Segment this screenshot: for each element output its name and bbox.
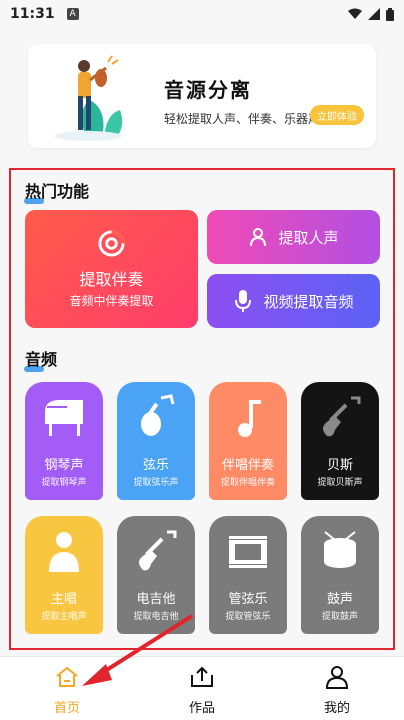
audio-section-label: 音频 bbox=[25, 350, 58, 369]
electric-guitar-icon bbox=[131, 526, 181, 576]
extract-accompaniment-desc: 音频中伴奏提取 bbox=[69, 294, 154, 308]
nav-home-label: 首页 bbox=[53, 701, 80, 716]
audio-tile-name: 伴唱伴奏 bbox=[221, 458, 274, 473]
audio-tile-1[interactable]: 钢琴声 提取钢琴声 bbox=[25, 382, 103, 500]
wifi-icon bbox=[348, 8, 362, 19]
home-icon bbox=[56, 666, 78, 687]
audio-tile-desc: 提取弦乐声 bbox=[133, 478, 179, 488]
piano-icon bbox=[39, 392, 89, 442]
video-extract-audio-label: 视频提取音频 bbox=[263, 292, 354, 311]
audio-tile-name: 主唱 bbox=[50, 592, 77, 607]
nav-mine[interactable]: 我的 bbox=[297, 657, 377, 720]
audio-section-title: 音频 bbox=[24, 346, 58, 372]
violin-icon bbox=[131, 392, 181, 442]
nav-mine-label: 我的 bbox=[323, 701, 350, 716]
audio-separation-banner[interactable]: 音源分离 轻松提取人声、伴奏、乐器声 立即体验 bbox=[28, 44, 376, 148]
audio-tile-name: 电吉他 bbox=[136, 592, 176, 607]
audio-tile-8[interactable]: 鼓声 提取鼓声 bbox=[301, 516, 379, 634]
audio-tile-7[interactable]: 管弦乐 提取管弦乐 bbox=[209, 516, 287, 634]
audio-tile-name: 钢琴声 bbox=[44, 458, 84, 473]
extract-vocals-card[interactable]: 提取人声 bbox=[207, 210, 380, 264]
audio-tile-4[interactable]: 贝斯 提取贝斯声 bbox=[301, 382, 379, 500]
audio-tile-name: 贝斯 bbox=[326, 458, 353, 473]
person-icon bbox=[250, 228, 267, 247]
extract-vocals-label: 提取人声 bbox=[278, 228, 339, 247]
hot-features-label: 热门功能 bbox=[25, 182, 90, 201]
extract-accompaniment-card[interactable]: 提取伴奏 音频中伴奏提取 bbox=[25, 210, 198, 328]
status-bar: 11:31 A bbox=[0, 0, 404, 28]
microphone-icon bbox=[235, 290, 252, 312]
annotation-arrow-icon bbox=[82, 614, 194, 686]
disc-icon bbox=[98, 230, 125, 257]
signal-icon bbox=[368, 8, 380, 20]
nav-works-label: 作品 bbox=[188, 701, 215, 716]
audio-tile-name: 弦乐 bbox=[142, 458, 169, 473]
audio-tile-3[interactable]: 伴唱伴奏提取伴唱伴奏 bbox=[209, 382, 287, 500]
status-icons bbox=[348, 7, 394, 21]
bass-guitar-icon bbox=[315, 392, 365, 442]
musician-illustration-icon bbox=[54, 55, 123, 141]
singer-icon bbox=[39, 526, 89, 576]
music-note-icon bbox=[223, 392, 273, 442]
audio-tile-desc: 提取鼓声 bbox=[321, 612, 358, 622]
audio-tile-name: 管弦乐 bbox=[228, 592, 268, 607]
drum-icon bbox=[315, 526, 365, 576]
bottom-navigation: 首页 作品 我的 bbox=[0, 656, 404, 720]
audio-tile-desc: 提取管弦乐 bbox=[225, 612, 271, 622]
banner-title: 音源分离 bbox=[164, 78, 252, 102]
notification-a-icon: A bbox=[66, 8, 79, 20]
film-strip-icon bbox=[223, 526, 273, 576]
extract-accompaniment-label: 提取伴奏 bbox=[79, 270, 144, 289]
audio-tile-desc: 提取伴唱伴奏 bbox=[220, 478, 275, 488]
audio-tile-desc: 提取贝斯声 bbox=[317, 478, 363, 488]
banner-subtitle: 轻松提取人声、伴奏、乐器声 bbox=[164, 112, 321, 126]
battery-icon bbox=[386, 7, 394, 21]
video-extract-audio-card[interactable]: 视频提取音频 bbox=[207, 274, 380, 328]
status-time: 11:31 bbox=[10, 6, 55, 22]
audio-tile-desc: 提取钢琴声 bbox=[41, 478, 87, 488]
try-now-button[interactable]: 立即体验 bbox=[310, 105, 364, 125]
user-icon bbox=[325, 666, 349, 689]
audio-tile-name: 鼓声 bbox=[326, 592, 353, 607]
hot-features-title: 热门功能 bbox=[24, 178, 90, 204]
audio-tile-2[interactable]: 弦乐 提取弦乐声 bbox=[117, 382, 195, 500]
